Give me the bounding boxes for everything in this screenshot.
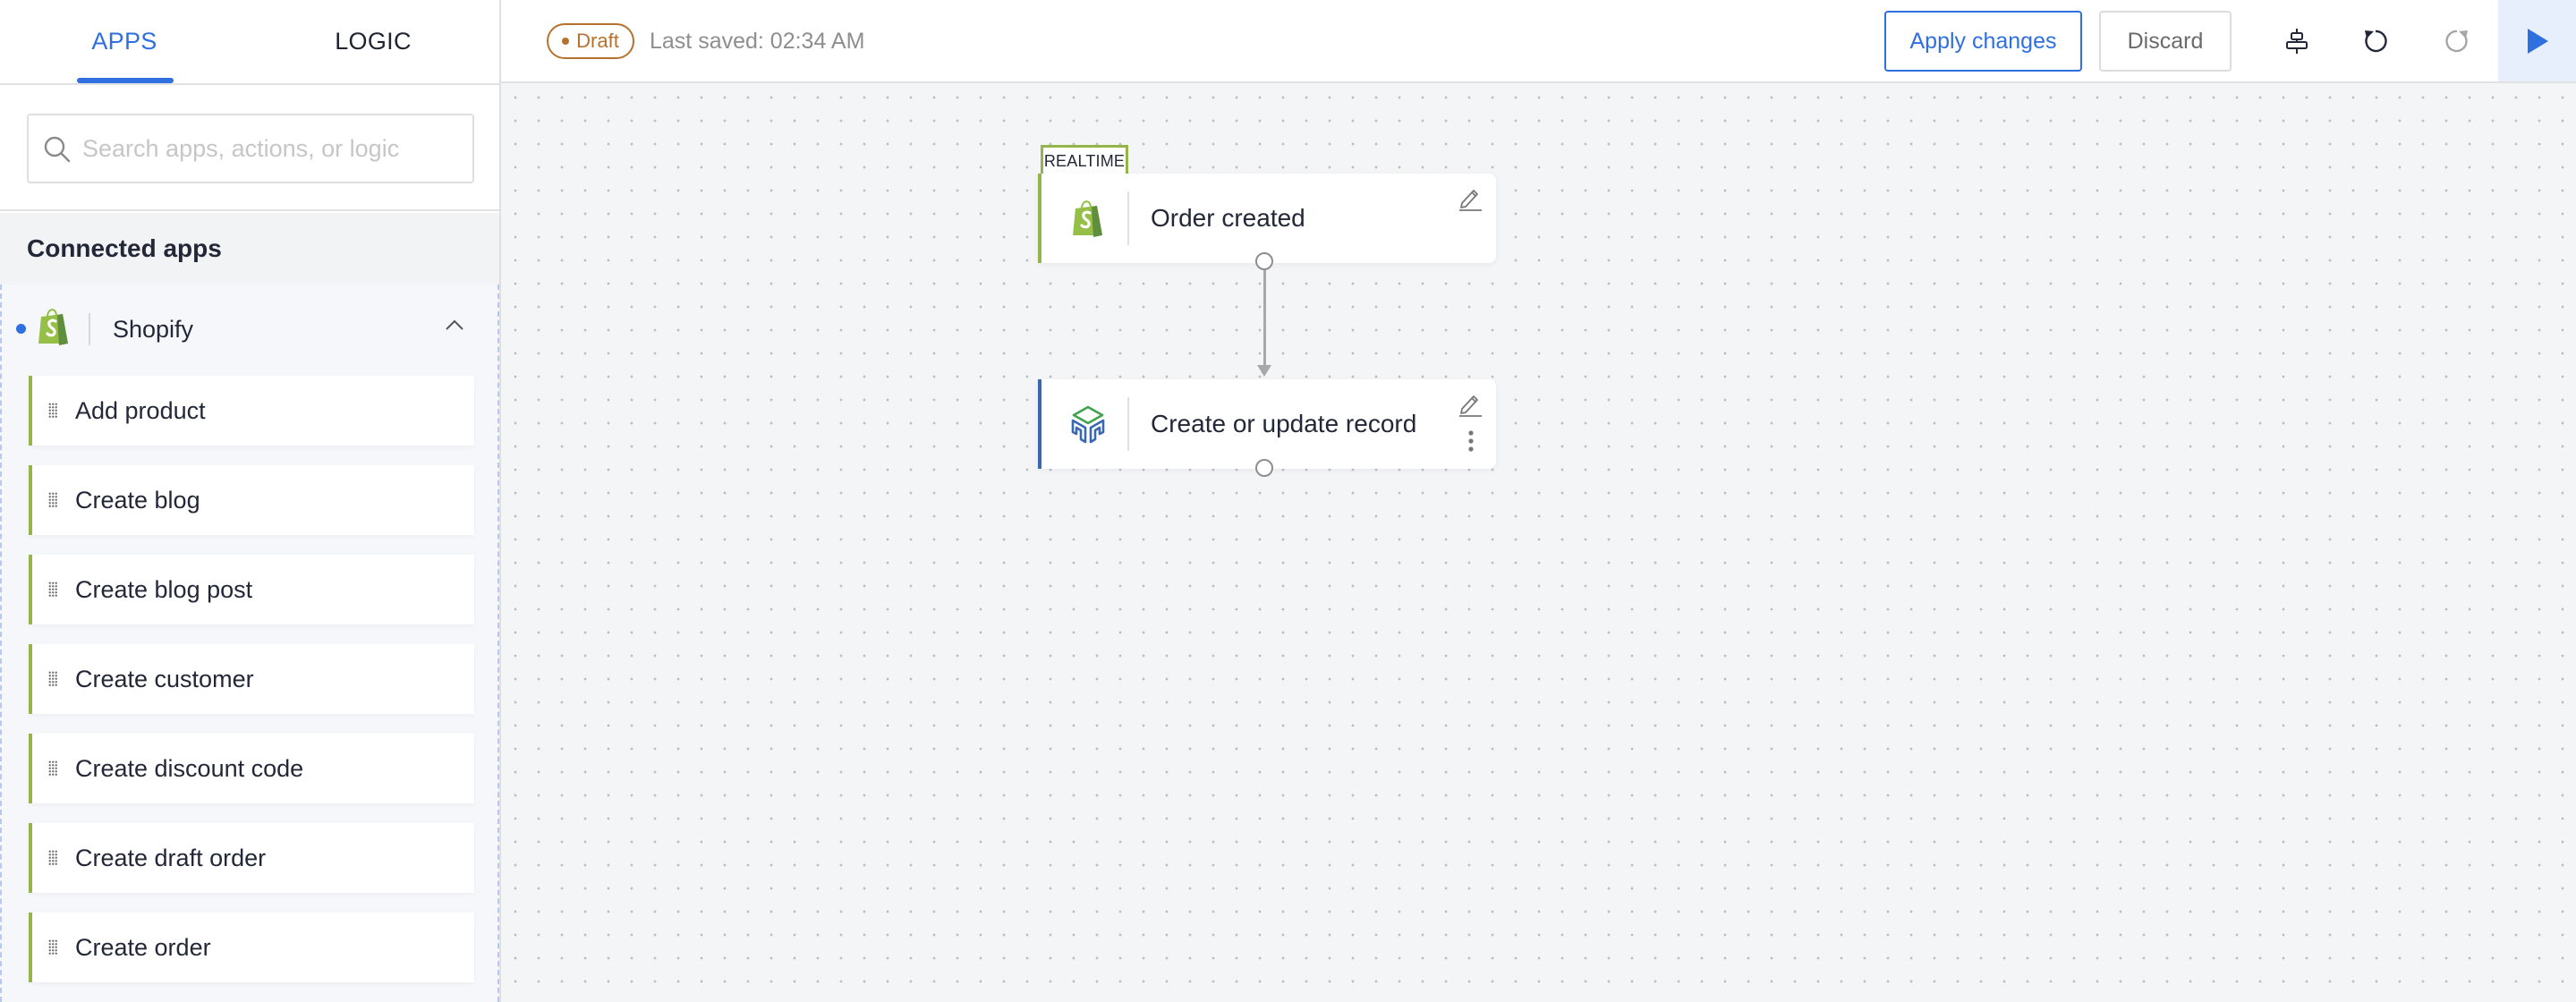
drag-handle-icon[interactable]	[48, 850, 57, 866]
status-badge-label: Draft	[576, 30, 619, 52]
realtime-badge: REALTIME	[1041, 145, 1128, 175]
action-label: Create blog post	[75, 575, 253, 603]
edit-icon[interactable]	[1457, 392, 1484, 417]
divider	[89, 313, 90, 345]
search-input[interactable]	[82, 115, 458, 182]
toolbar: Draft Last saved: 02:34 AM Apply changes…	[501, 0, 2576, 83]
action-item[interactable]: Create discount code	[29, 734, 474, 803]
action-label: Add product	[75, 396, 206, 424]
output-port[interactable]	[1255, 252, 1273, 270]
redo-icon	[2445, 30, 2468, 53]
action-item[interactable]: Create blog post	[29, 555, 474, 624]
divider	[1127, 191, 1129, 245]
drag-handle-icon[interactable]	[48, 492, 57, 508]
drag-handle-icon[interactable]	[48, 582, 57, 598]
app-name: Shopify	[113, 315, 194, 343]
app-group-shopify: Shopify Add product Create blog Create b…	[0, 284, 499, 1002]
action-item[interactable]: Create customer	[29, 644, 474, 714]
node-title: Order created	[1151, 204, 1305, 232]
active-tab-indicator	[77, 78, 174, 83]
action-label: Create discount code	[75, 754, 304, 782]
action-item[interactable]: Add product	[29, 376, 474, 446]
shopify-bag-icon	[38, 309, 68, 345]
action-list: Add product Create blog Create blog post…	[29, 376, 476, 1002]
action-item[interactable]: Create blog	[29, 465, 474, 535]
connected-apps-heading: Connected apps	[0, 213, 499, 284]
action-item[interactable]: Create draft order	[29, 823, 474, 893]
record-cube-icon	[1071, 405, 1105, 444]
undo-button[interactable]	[2356, 21, 2395, 61]
shopify-bag-icon	[1073, 200, 1102, 237]
drag-handle-icon[interactable]	[48, 403, 57, 419]
search-area	[0, 85, 499, 211]
align-center-button[interactable]	[2277, 21, 2317, 61]
action-label: Create order	[75, 933, 211, 961]
drag-handle-icon[interactable]	[48, 760, 57, 777]
play-icon	[2527, 28, 2548, 54]
chevron-up-icon[interactable]	[445, 318, 464, 331]
tab-logic[interactable]: LOGIC	[285, 0, 462, 83]
connection-arrow	[1257, 365, 1271, 377]
output-port[interactable]	[1255, 459, 1273, 477]
action-label: Create customer	[75, 665, 254, 692]
edit-icon[interactable]	[1457, 186, 1484, 211]
action-label: Create draft order	[75, 844, 267, 871]
trigger-node[interactable]: Order created	[1038, 174, 1496, 263]
drag-handle-icon[interactable]	[48, 671, 57, 687]
undo-icon	[2365, 30, 2387, 53]
app-header-shopify[interactable]: Shopify	[2, 284, 497, 374]
sidebar-tabs: APPS LOGIC	[0, 0, 499, 85]
redo-button[interactable]	[2437, 21, 2477, 61]
run-button[interactable]	[2498, 0, 2576, 81]
align-center-icon	[2286, 29, 2308, 54]
drag-handle-icon[interactable]	[48, 939, 57, 955]
action-item[interactable]: Create order	[29, 913, 474, 982]
status-dot	[562, 38, 570, 45]
more-options-icon[interactable]	[1467, 429, 1475, 453]
node-title: Create or update record	[1151, 410, 1417, 437]
status-badge: Draft	[547, 23, 634, 59]
apply-changes-button[interactable]: Apply changes	[1884, 11, 2082, 72]
workflow-canvas[interactable]	[501, 83, 2576, 1002]
search-icon	[44, 136, 71, 163]
connection-line	[1263, 270, 1266, 367]
action-label: Create blog	[75, 486, 200, 514]
search-box[interactable]	[27, 114, 474, 183]
connected-status-dot	[16, 324, 26, 334]
last-saved-text: Last saved: 02:34 AM	[650, 29, 865, 54]
tab-apps[interactable]: APPS	[36, 0, 213, 83]
divider	[1127, 397, 1129, 451]
sidebar: APPS LOGIC Connected apps Shopify	[0, 0, 501, 1002]
discard-button[interactable]: Discard	[2099, 11, 2232, 72]
action-node[interactable]: Create or update record	[1038, 379, 1496, 469]
